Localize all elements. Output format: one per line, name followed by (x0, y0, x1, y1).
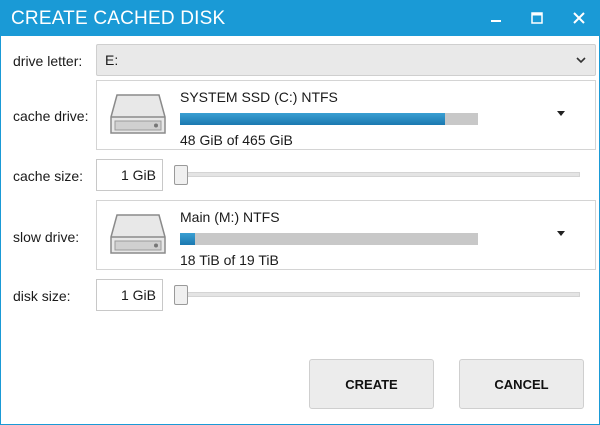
dropdown-arrow-icon (557, 231, 565, 236)
disk-size-slider-track[interactable] (174, 292, 580, 297)
drive-letter-value: E: (105, 52, 119, 68)
dropdown-arrow-icon (557, 111, 565, 116)
close-button[interactable] (567, 7, 591, 29)
cache-size-slider-track[interactable] (174, 172, 580, 177)
slow-drive-label: slow drive: (13, 229, 80, 245)
title-bar[interactable]: CREATE CACHED DISK (1, 1, 599, 36)
cache-drive-usage-fill (180, 113, 446, 125)
hard-drive-icon (110, 94, 166, 134)
create-button[interactable]: CREATE (309, 359, 434, 409)
cache-drive-name: SYSTEM SSD (C:) NTFS (180, 89, 338, 105)
disk-size-label: disk size: (13, 288, 71, 304)
close-icon (573, 12, 585, 24)
maximize-icon (531, 12, 543, 24)
cancel-button[interactable]: CANCEL (459, 359, 584, 409)
slow-drive-usage-fill (180, 233, 195, 245)
cache-size-input[interactable]: 1 GiB (96, 159, 163, 191)
chevron-down-icon (576, 57, 586, 64)
minimize-icon (491, 20, 501, 22)
disk-size-input[interactable]: 1 GiB (96, 279, 163, 311)
maximize-button[interactable] (525, 7, 549, 29)
slow-drive-usage-text: 18 TiB of 19 TiB (180, 252, 279, 268)
cache-drive-usage-bar (180, 113, 478, 125)
slow-drive-select[interactable]: Main (M:) NTFS 18 TiB of 19 TiB (96, 200, 596, 270)
cache-drive-select[interactable]: SYSTEM SSD (C:) NTFS 48 GiB of 465 GiB (96, 80, 596, 150)
cache-size-label: cache size: (13, 168, 84, 184)
cache-size-slider-thumb[interactable] (174, 165, 188, 185)
drive-letter-label: drive letter: (13, 53, 83, 69)
disk-size-slider-thumb[interactable] (174, 285, 188, 305)
cache-drive-label: cache drive: (13, 108, 89, 124)
minimize-button[interactable] (484, 7, 508, 29)
cache-drive-usage-text: 48 GiB of 465 GiB (180, 132, 293, 148)
create-cached-disk-window: CREATE CACHED DISK drive letter: E: cach… (0, 0, 600, 425)
hard-drive-icon (110, 214, 166, 254)
slow-drive-name: Main (M:) NTFS (180, 209, 280, 225)
drive-letter-select[interactable]: E: (96, 44, 596, 76)
slow-drive-usage-bar (180, 233, 478, 245)
window-title: CREATE CACHED DISK (11, 8, 226, 29)
